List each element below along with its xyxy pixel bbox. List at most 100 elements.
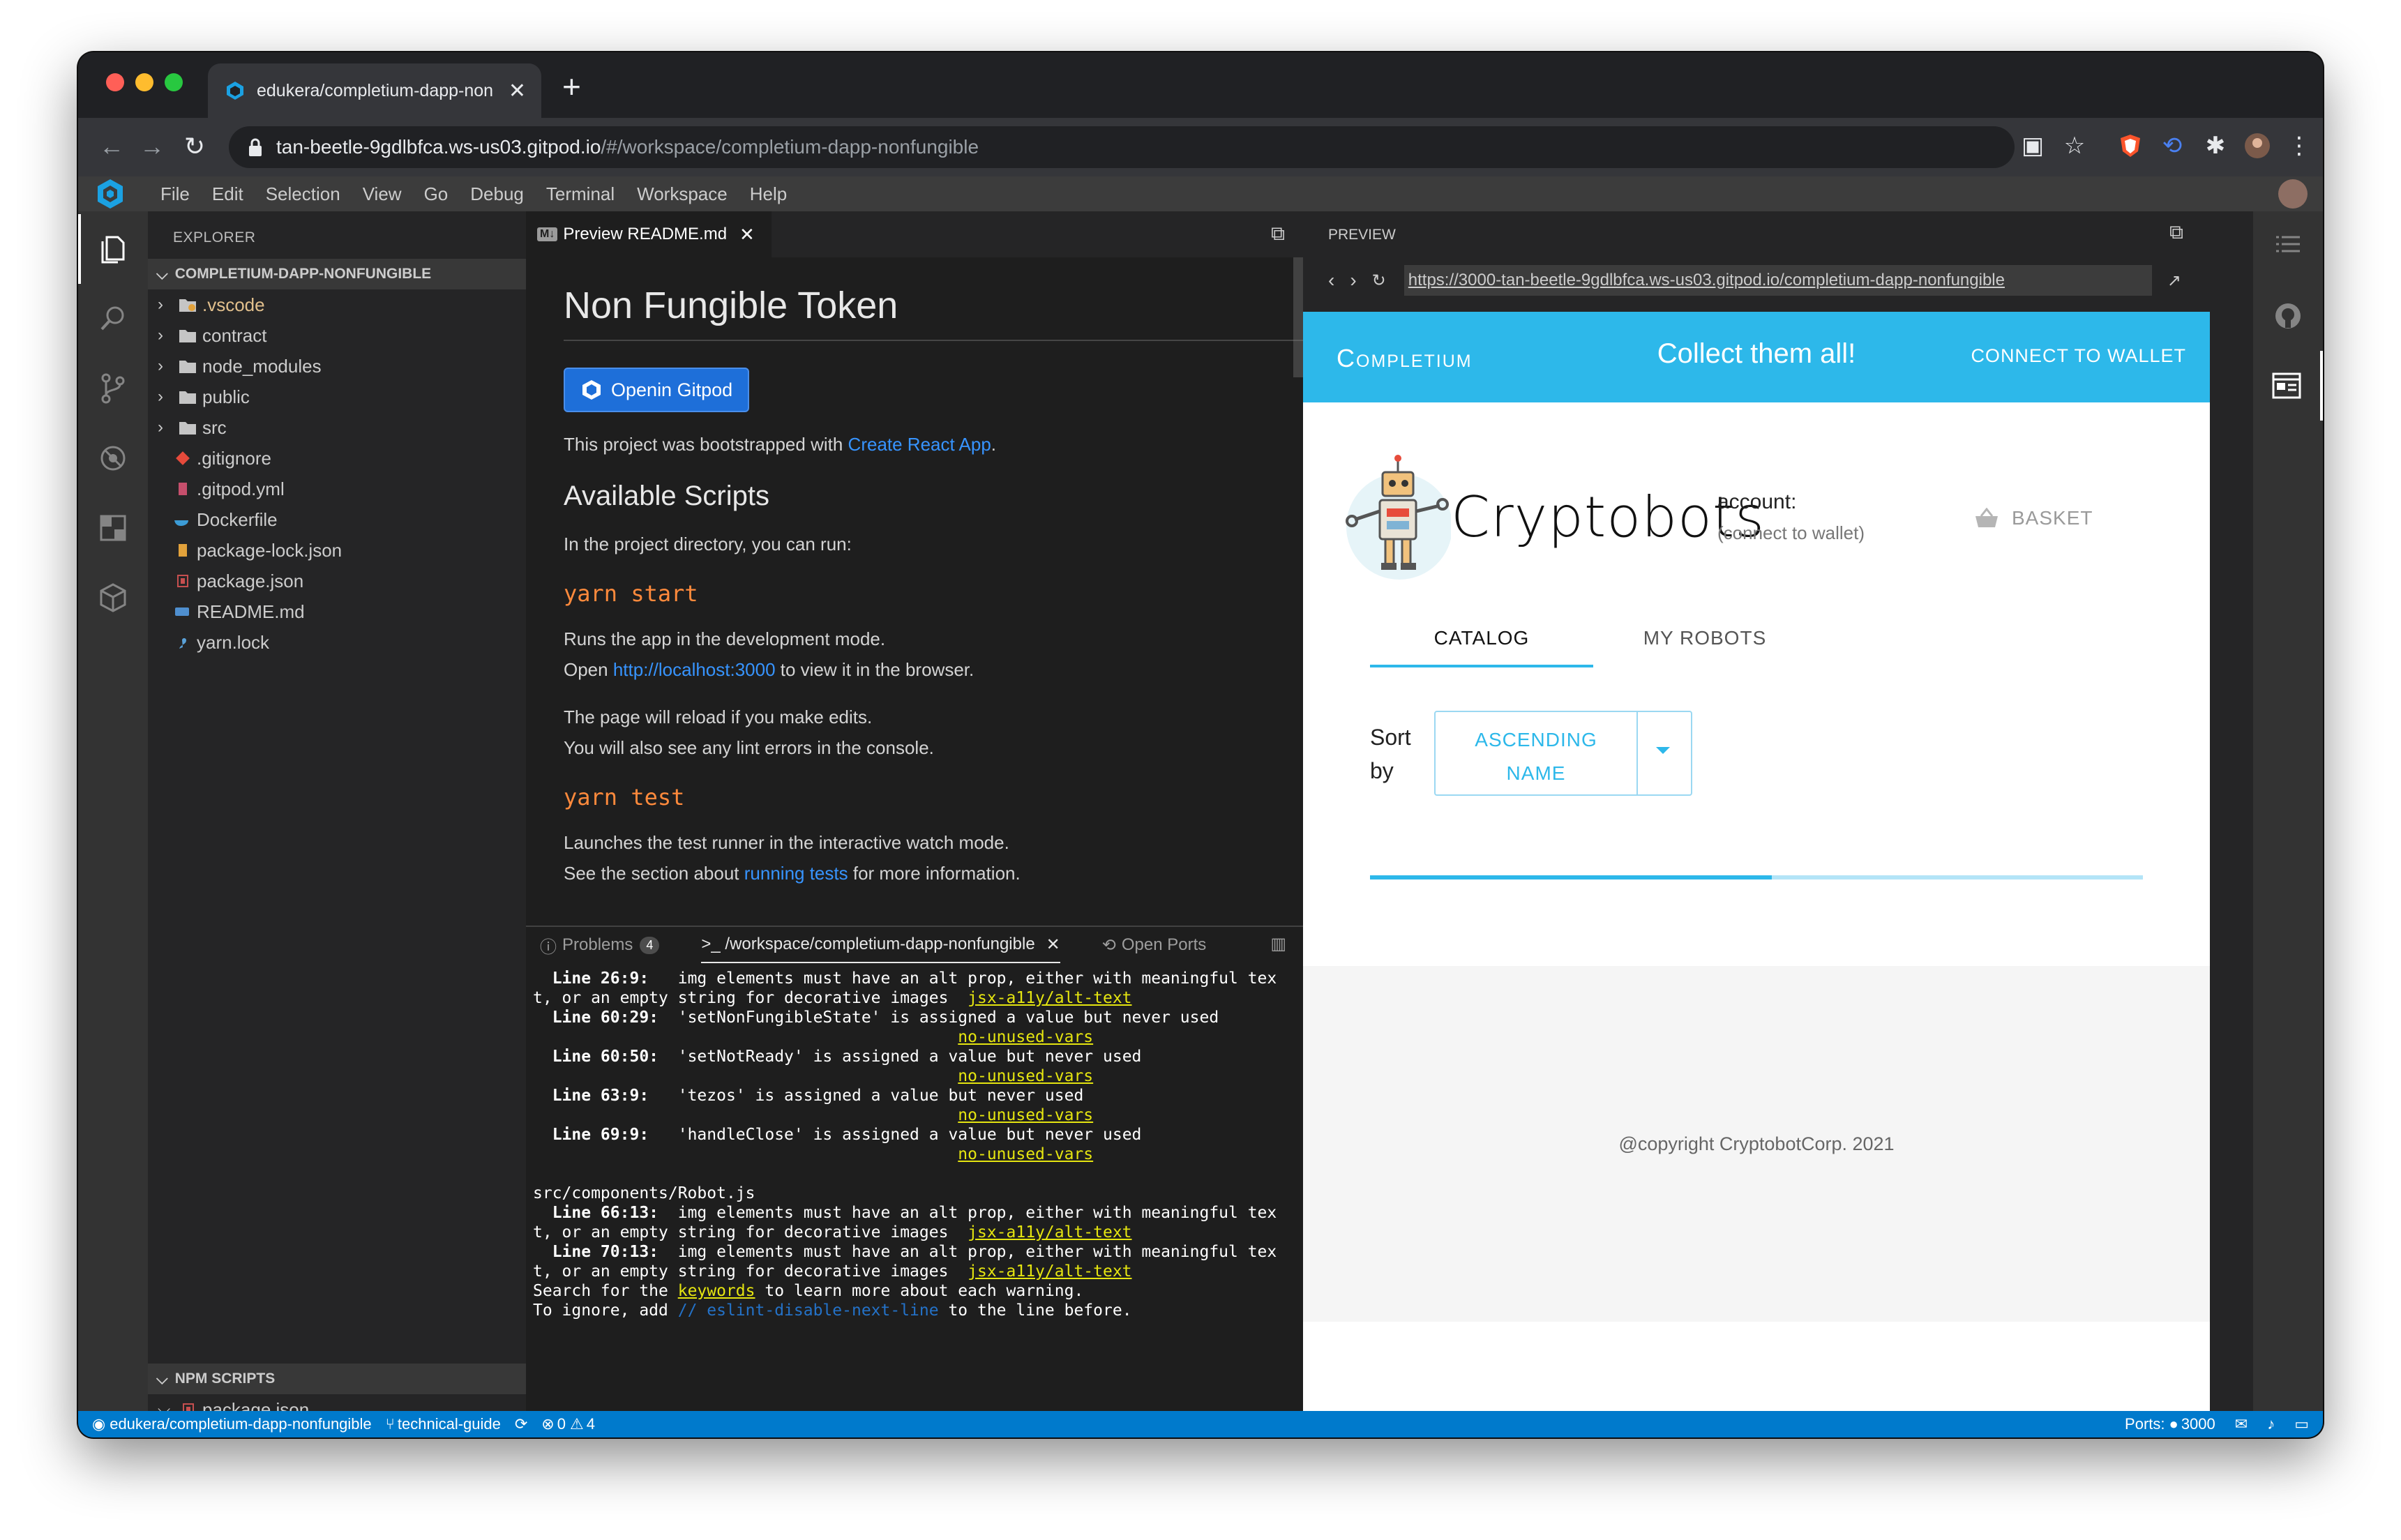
browser-tab[interactable]: edukera/completium-dapp-nonfungible ✕ (208, 63, 541, 118)
bell-icon[interactable]: ♪ (2267, 1415, 2275, 1433)
split-panel-icon[interactable]: ▥ (1270, 934, 1286, 954)
terminal-line: Line 69:9: 'handleClose' is assigned a v… (533, 1125, 1303, 1145)
extensions-activity-icon[interactable] (78, 493, 148, 563)
editor-scrollbar[interactable] (1293, 257, 1303, 377)
bookmark-star-icon[interactable]: ☆ (2061, 132, 2088, 160)
github-icon[interactable] (2253, 281, 2323, 351)
preview-forward-icon[interactable]: › (1350, 269, 1356, 292)
tree-file-gitpod-yml[interactable]: .gitpod.yml (148, 474, 526, 504)
lint-rule-link[interactable]: no-unused-vars (958, 1067, 1093, 1085)
kebab-menu-icon[interactable]: ⋮ (2285, 132, 2313, 160)
tree-folder-public[interactable]: › public (148, 382, 526, 412)
minimize-window-button[interactable] (135, 73, 153, 91)
running-tests-link[interactable]: running tests (744, 863, 848, 884)
outline-icon[interactable] (2253, 211, 2323, 281)
puzzle-extensions-icon[interactable]: ✱ (2201, 132, 2229, 160)
lint-rule-link[interactable]: no-unused-vars (958, 1106, 1093, 1124)
extension-icon[interactable]: ⟲ (2158, 132, 2186, 160)
close-tab-icon[interactable]: ✕ (509, 79, 526, 103)
lint-rule-link[interactable]: no-unused-vars (958, 1028, 1093, 1046)
menu-file[interactable]: File (160, 183, 190, 205)
status-branch[interactable]: ⑂ technical-guide (386, 1415, 501, 1433)
cast-icon[interactable]: ▣ (2019, 132, 2047, 160)
menu-go[interactable]: Go (424, 183, 449, 205)
new-tab-button[interactable]: + (562, 70, 581, 103)
source-control-activity-icon[interactable] (78, 354, 148, 423)
keywords-link[interactable]: keywords (678, 1282, 755, 1300)
explorer-root-header[interactable]: ⌵ COMPLETIUM-DAPP-NONFUNGIBLE (148, 259, 526, 289)
debug-activity-icon[interactable] (78, 423, 148, 493)
tab-catalog[interactable]: CATALOG (1370, 612, 1593, 667)
menu-help[interactable]: Help (750, 183, 787, 205)
remote-explorer-activity-icon[interactable] (78, 563, 148, 633)
terminal-line: Line 60:50: 'setNotReady' is assigned a … (533, 1047, 1303, 1066)
lint-rule-link[interactable]: jsx-a11y/alt-text (968, 1262, 1131, 1281)
preview-activity-icon[interactable] (2253, 351, 2323, 421)
lint-rule-link[interactable]: jsx-a11y/alt-text (968, 989, 1131, 1007)
back-button[interactable]: ← (99, 130, 124, 163)
tree-folder-node-modules[interactable]: › node_modules (148, 351, 526, 382)
status-repo[interactable]: ◉ edukera/completium-dapp-nonfungible (92, 1415, 372, 1433)
tree-folder-vscode[interactable]: › .vscode (148, 289, 526, 320)
tab-my-robots[interactable]: MY ROBOTS (1593, 612, 1816, 665)
open-ports-tab[interactable]: ⟲ Open Ports (1102, 935, 1207, 956)
open-external-icon[interactable]: ↗ (2167, 271, 2181, 291)
menu-workspace[interactable]: Workspace (637, 183, 728, 205)
preview-back-icon[interactable]: ‹ (1328, 269, 1334, 292)
toggle-panel-icon[interactable]: ▭ (2294, 1415, 2309, 1433)
open-in-gitpod-button[interactable]: Open in Gitpod (564, 368, 750, 412)
ports-label[interactable]: Ports: (2125, 1415, 2165, 1433)
explorer-activity-icon[interactable] (78, 214, 148, 284)
npm-scripts-header[interactable]: ⌵ NPM SCRIPTS (148, 1364, 526, 1394)
menu-selection[interactable]: Selection (266, 183, 340, 205)
forward-button[interactable]: → (140, 130, 165, 163)
menu-edit[interactable]: Edit (212, 183, 243, 205)
tree-folder-src[interactable]: › src (148, 412, 526, 443)
tree-file-dockerfile[interactable]: Dockerfile (148, 504, 526, 535)
lint-rule-link[interactable]: jsx-a11y/alt-text (968, 1223, 1131, 1241)
sync-icon[interactable]: ⟳ (515, 1415, 527, 1433)
terminal-output[interactable]: Line 26:9: img elements must have an alt… (533, 969, 1303, 1411)
status-problems[interactable]: ⊗ 0 ⚠ 4 (541, 1415, 595, 1433)
terminal-tab[interactable]: >_ /workspace/completium-dapp-nonfungibl… (701, 927, 1060, 963)
close-window-button[interactable] (106, 73, 124, 91)
feedback-icon[interactable]: ✉ (2235, 1415, 2248, 1433)
tree-file-gitignore[interactable]: .gitignore (148, 443, 526, 474)
gitpod-logo-icon[interactable] (93, 177, 127, 211)
preview-reload-icon[interactable]: ↻ (1372, 271, 1386, 291)
open-in-side-icon[interactable]: ⧉ (2169, 221, 2183, 244)
tree-file-yarn-lock[interactable]: yarn.lock (148, 627, 526, 658)
sort-select[interactable]: ASCENDING NAME (1434, 711, 1692, 796)
gitpod-button-rest: in Gitpod (657, 379, 733, 400)
editor-tab-preview-readme[interactable]: M↓ Preview README.md ✕ (526, 211, 772, 257)
basket-button[interactable]: BASKET (1974, 507, 2093, 529)
lint-rule-link[interactable]: no-unused-vars (958, 1145, 1093, 1163)
port-number[interactable]: 3000 (2181, 1415, 2215, 1433)
tree-file-package-lock[interactable]: package-lock.json (148, 535, 526, 566)
connect-wallet-button[interactable]: CONNECT TO WALLET (1971, 345, 2186, 367)
brave-shield-icon[interactable] (2116, 132, 2144, 160)
readme-title: Non Fungible Token (564, 284, 1303, 341)
menu-debug[interactable]: Debug (470, 183, 524, 205)
menu-bar: File Edit Selection View Go Debug Termin… (78, 176, 2323, 211)
problems-tab[interactable]: ⓘ Problems 4 (540, 933, 660, 958)
right-activity-bar (2253, 211, 2323, 1411)
open-in-side-icon[interactable]: ⧉ (1271, 222, 1285, 246)
close-editor-icon[interactable]: ✕ (739, 224, 755, 246)
create-react-app-link[interactable]: Create React App (848, 434, 991, 455)
tree-folder-contract[interactable]: › contract (148, 320, 526, 351)
user-avatar[interactable] (2278, 179, 2308, 209)
preview-url-input[interactable]: https://3000-tan-beetle-9gdlbfca.ws-us03… (1403, 265, 2152, 296)
search-activity-icon[interactable] (78, 284, 148, 354)
localhost-link[interactable]: http://localhost:3000 (613, 659, 776, 680)
profile-avatar[interactable] (2243, 132, 2271, 160)
zoom-window-button[interactable] (165, 73, 183, 91)
menu-terminal[interactable]: Terminal (546, 183, 615, 205)
close-terminal-icon[interactable]: ✕ (1046, 935, 1060, 955)
tree-file-package-json[interactable]: package.json (148, 566, 526, 596)
address-bar[interactable]: tan-beetle-9gdlbfca.ws-us03.gitpod.io /#… (229, 126, 2015, 168)
tree-file-readme[interactable]: README.md (148, 596, 526, 627)
caret-down-icon[interactable] (1656, 747, 1670, 754)
menu-view[interactable]: View (363, 183, 402, 205)
reload-button[interactable]: ↻ (184, 130, 205, 163)
